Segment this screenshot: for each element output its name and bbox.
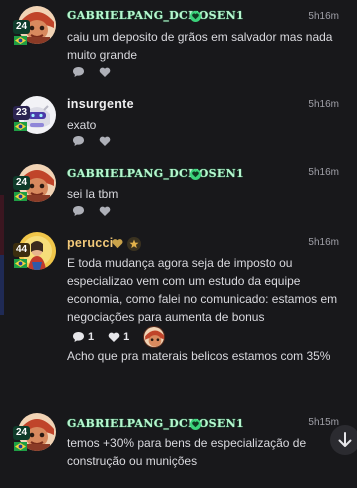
- username[interactable]: GABRIELPANG_DCHOSEN1: [67, 9, 244, 22]
- message-text: caiu um deposito de grãos em salvador ma…: [67, 30, 333, 62]
- comment-icon: [73, 136, 84, 146]
- username[interactable]: GABRIELPANG_DCHOSEN1: [67, 167, 244, 180]
- comment-icon: [73, 206, 84, 216]
- message-text: exato: [67, 118, 97, 132]
- level-badge: 24: [13, 176, 30, 190]
- timestamp: 5h16m: [308, 99, 339, 110]
- timestamp: 5h16m: [308, 11, 339, 22]
- chat-feed: 24 GABRIELPANG_DCHOSEN1 5h16m caiu um de…: [0, 0, 357, 488]
- timestamp: 5h16m: [308, 167, 339, 178]
- like-button[interactable]: 1: [108, 331, 129, 343]
- reply-count: 1: [88, 331, 95, 343]
- username[interactable]: insurgente: [67, 97, 134, 111]
- green-heart-badge-icon: [190, 169, 201, 180]
- message-text: E toda mudança agora seja de imposto ou …: [67, 256, 338, 324]
- followup-message-text: Acho que pra materais belicos estamos co…: [67, 349, 331, 363]
- heart-icon: [108, 332, 120, 342]
- message-text: temos +30% para bens de especialização d…: [67, 436, 307, 468]
- green-heart-badge-icon: [190, 11, 201, 22]
- message-text: sei la tbm: [67, 187, 119, 201]
- message-actions: 1 1: [72, 326, 166, 348]
- username[interactable]: perucci: [67, 236, 114, 250]
- gold-heart-badge-icon: [112, 239, 123, 249]
- message-actions: [72, 204, 111, 218]
- chat-message: 24 GABRIELPANG_DCHOSEN1 5h16m caiu um de…: [0, 0, 357, 90]
- comment-icon: [73, 332, 84, 342]
- level-badge: 44: [13, 243, 30, 257]
- brazil-flag-icon: [14, 442, 27, 451]
- chat-message: 24 GABRIELPANG_DCHOSEN1 5h15m temos +30%…: [0, 410, 357, 488]
- brazil-flag-icon: [14, 192, 27, 201]
- heart-icon: [99, 67, 111, 77]
- chat-message: 23 insurgente 5h16m exato: [0, 90, 357, 155]
- level-badge: 23: [13, 106, 30, 120]
- level-badge: 24: [13, 426, 30, 440]
- like-button[interactable]: [99, 67, 111, 78]
- arrow-down-icon: [338, 432, 352, 447]
- chat-message: 44 perucci 5h16m E toda mudança agora se…: [0, 228, 357, 408]
- liker-avatar[interactable]: [143, 326, 166, 348]
- level-badge: 24: [13, 20, 30, 34]
- chat-message: 24 GABRIELPANG_DCHOSEN1 5h16m sei la tbm: [0, 158, 357, 223]
- timestamp: 5h15m: [308, 417, 339, 428]
- heart-icon: [99, 206, 111, 216]
- reply-button[interactable]: 1: [72, 331, 94, 343]
- reply-button[interactable]: [72, 66, 85, 78]
- like-count: 1: [123, 331, 130, 343]
- brazil-flag-icon: [14, 36, 27, 45]
- heart-icon: [99, 136, 111, 146]
- brazil-flag-icon: [14, 122, 27, 131]
- like-button[interactable]: [99, 136, 111, 147]
- reply-button[interactable]: [72, 205, 85, 217]
- green-heart-badge-icon: [190, 419, 201, 430]
- scroll-to-bottom-button[interactable]: [330, 425, 357, 455]
- like-button[interactable]: [99, 206, 111, 217]
- username[interactable]: GABRIELPANG_DCHOSEN1: [67, 417, 244, 430]
- star-badge-icon: [127, 237, 141, 251]
- message-actions: [72, 134, 111, 148]
- message-actions: [72, 65, 111, 79]
- comment-icon: [73, 67, 84, 77]
- reply-button[interactable]: [72, 135, 85, 147]
- brazil-flag-icon: [14, 259, 27, 268]
- timestamp: 5h16m: [308, 237, 339, 248]
